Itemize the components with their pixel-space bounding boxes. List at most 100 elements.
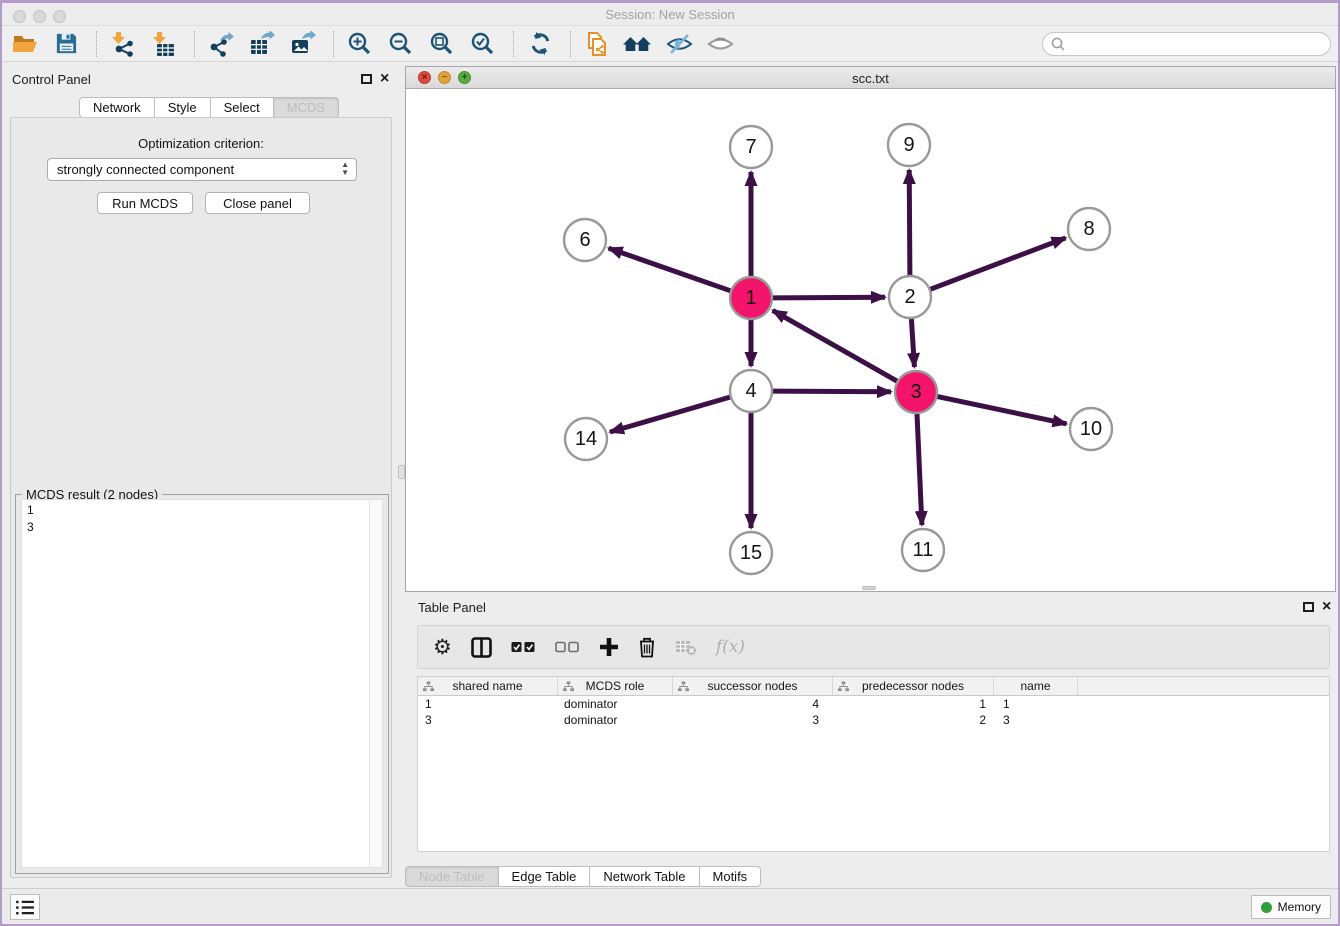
show-graphics-details-icon[interactable] — [705, 29, 735, 59]
search-icon — [1050, 36, 1066, 52]
table-row[interactable]: 3dominator323 — [418, 712, 1329, 728]
float-panel-icon[interactable] — [361, 74, 372, 84]
deselect-all-rows-icon[interactable] — [555, 641, 580, 653]
zoom-in-icon[interactable] — [345, 29, 375, 59]
table-cell[interactable]: 4 — [673, 696, 833, 712]
delete-table-icon[interactable] — [675, 638, 697, 656]
node-15[interactable]: 15 — [730, 532, 772, 574]
edge-3-to-11[interactable] — [917, 414, 922, 525]
table-tabs: Node TableEdge TableNetwork TableMotifs — [405, 866, 761, 887]
column-layout-icon[interactable] — [471, 637, 492, 658]
toolbar-separator — [333, 31, 334, 57]
open-session-icon[interactable] — [10, 29, 40, 59]
main-toolbar — [0, 26, 1340, 62]
network-window-titlebar[interactable]: × − + scc.txt — [406, 67, 1335, 89]
tab-network-table[interactable]: Network Table — [590, 866, 699, 887]
node-2[interactable]: 2 — [889, 276, 931, 318]
network-canvas[interactable]: 7 9 6 8 1 2 4 3 14 10 15 11 — [406, 89, 1335, 591]
hide-graphics-details-icon[interactable] — [664, 29, 694, 59]
edge-4-to-3[interactable] — [773, 391, 891, 392]
zoom-selected-icon[interactable] — [468, 29, 498, 59]
table-settings-icon[interactable]: ⚙ — [433, 637, 452, 658]
search-field[interactable] — [1042, 32, 1331, 56]
table-cell[interactable]: 1 — [833, 696, 994, 712]
edge-2-to-8[interactable] — [931, 238, 1066, 289]
tab-mcds[interactable]: MCDS — [274, 97, 339, 118]
float-panel-icon[interactable] — [1303, 602, 1314, 612]
node-7[interactable]: 7 — [730, 126, 772, 168]
node-10[interactable]: 10 — [1070, 408, 1112, 450]
node-1[interactable]: 1 — [730, 277, 772, 319]
node-14[interactable]: 14 — [565, 418, 607, 460]
table-cell[interactable]: dominator — [558, 696, 673, 712]
edge-2-to-9[interactable] — [909, 170, 910, 275]
table-cell[interactable]: 1 — [994, 696, 1078, 712]
table-header-row: shared nameMCDS rolesuccessor nodesprede… — [418, 677, 1329, 696]
node-4[interactable]: 4 — [730, 370, 772, 412]
memory-button[interactable]: Memory — [1251, 895, 1331, 919]
node-3[interactable]: 3 — [895, 371, 937, 413]
table-cell[interactable]: 1 — [418, 696, 558, 712]
optimization-criterion-dropdown[interactable]: strongly connected component ▲▼ — [47, 158, 357, 181]
control-panel: Control Panel × NetworkStyleSelectMCDS O… — [2, 62, 400, 882]
table-cell[interactable]: 3 — [673, 712, 833, 728]
edge-1-to-2[interactable] — [773, 297, 885, 298]
tab-motifs[interactable]: Motifs — [700, 866, 762, 887]
node-label: 3 — [910, 381, 921, 403]
tab-select[interactable]: Select — [211, 97, 274, 118]
home-view-icon[interactable] — [623, 29, 653, 59]
node-8[interactable]: 8 — [1068, 208, 1110, 250]
tab-edge-table[interactable]: Edge Table — [499, 866, 591, 887]
export-table-icon[interactable] — [247, 29, 277, 59]
column-header-successor-nodes[interactable]: successor nodes — [673, 677, 833, 695]
select-all-rows-icon[interactable] — [511, 641, 536, 653]
export-network-icon[interactable] — [206, 29, 236, 59]
run-mcds-button[interactable]: Run MCDS — [97, 192, 193, 214]
table-toolbar: ⚙ f(x) — [417, 625, 1330, 669]
node-6[interactable]: 6 — [564, 219, 606, 261]
mcds-result-fieldset: MCDS result (2 nodes) 13 — [15, 494, 389, 874]
mcds-result-box[interactable]: 13 — [21, 499, 383, 868]
edge-1-to-6[interactable] — [609, 248, 731, 291]
table-cell[interactable]: dominator — [558, 712, 673, 728]
table-cell[interactable]: 3 — [418, 712, 558, 728]
clone-network-icon[interactable] — [582, 29, 612, 59]
import-table-icon[interactable] — [149, 29, 179, 59]
panel-divider-grip[interactable] — [398, 465, 405, 479]
import-network-icon[interactable] — [108, 29, 138, 59]
node-11[interactable]: 11 — [902, 529, 944, 571]
tab-network[interactable]: Network — [79, 97, 155, 118]
save-session-icon[interactable] — [51, 29, 81, 59]
edge-4-to-14[interactable] — [610, 397, 730, 432]
tab-node-table[interactable]: Node Table — [405, 866, 499, 887]
table-cell[interactable]: 3 — [994, 712, 1078, 728]
apply-layout-icon[interactable] — [525, 29, 555, 59]
table-cell[interactable]: 2 — [833, 712, 994, 728]
close-panel-button[interactable]: Close panel — [205, 192, 310, 214]
column-header-MCDS-role[interactable]: MCDS role — [558, 677, 673, 695]
node-label: 11 — [913, 539, 934, 561]
task-history-button[interactable] — [10, 894, 40, 920]
edge-2-to-3[interactable] — [911, 319, 914, 367]
search-input[interactable] — [1070, 37, 1330, 51]
close-panel-icon[interactable]: × — [380, 72, 389, 86]
edge-3-to-10[interactable] — [938, 397, 1067, 424]
export-image-icon[interactable] — [288, 29, 318, 59]
zoom-out-icon[interactable] — [386, 29, 416, 59]
node-9[interactable]: 9 — [888, 124, 930, 166]
table-row[interactable]: 1dominator411 — [418, 696, 1329, 712]
network-window-resize-grip[interactable] — [862, 586, 876, 590]
tab-style[interactable]: Style — [155, 97, 211, 118]
result-scrollbar[interactable] — [369, 500, 382, 867]
node-label: 8 — [1083, 218, 1094, 240]
zoom-fit-icon[interactable] — [427, 29, 457, 59]
column-header-name[interactable]: name — [994, 677, 1078, 695]
delete-column-icon[interactable] — [638, 636, 656, 658]
add-column-icon[interactable] — [599, 637, 619, 657]
control-panel-title: Control Panel — [12, 72, 91, 87]
column-header-predecessor-nodes[interactable]: predecessor nodes — [833, 677, 994, 695]
column-header-shared-name[interactable]: shared name — [418, 677, 558, 695]
close-panel-icon[interactable]: × — [1322, 600, 1331, 614]
edge-3-to-1[interactable] — [773, 310, 897, 381]
apply-function-icon[interactable]: f(x) — [716, 637, 745, 657]
